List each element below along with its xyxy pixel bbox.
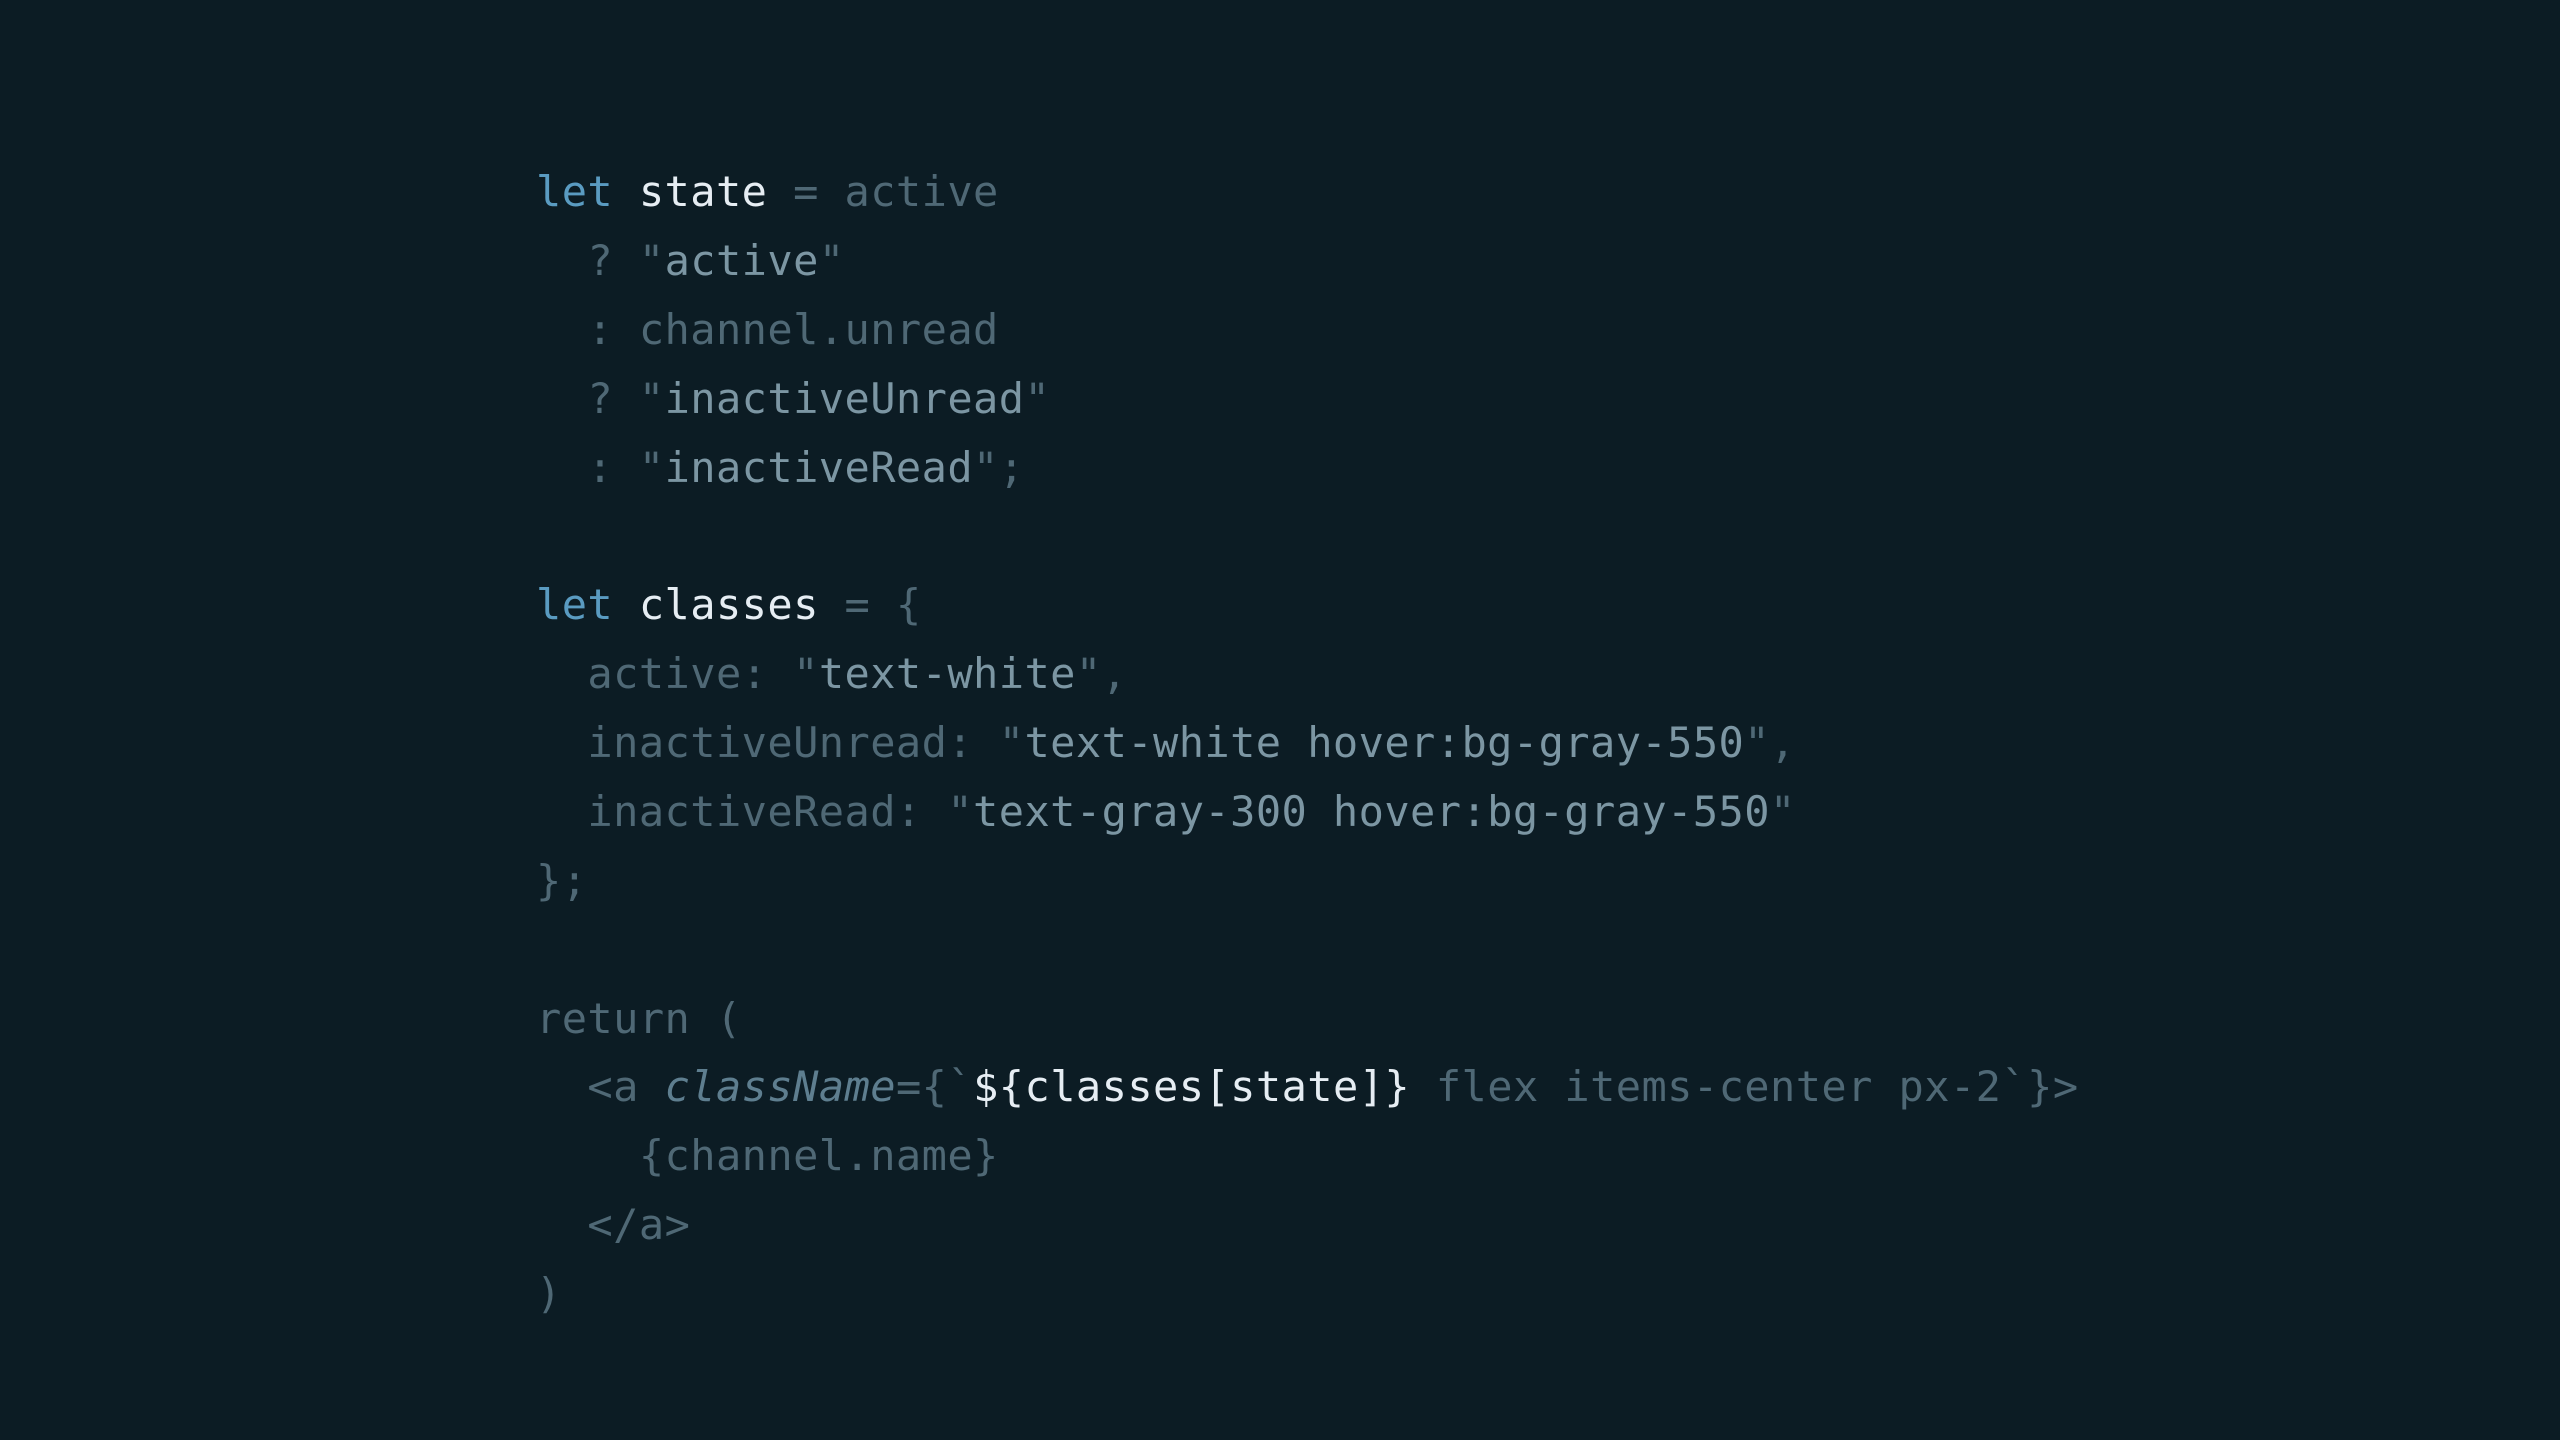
code-line: }; bbox=[536, 856, 587, 905]
object-key: inactiveUnread bbox=[587, 718, 947, 767]
code-line: : "inactiveRead"; bbox=[536, 443, 1024, 492]
expr-classes-state: classes[state] bbox=[1025, 1062, 1385, 1111]
code-line: : channel.unread bbox=[536, 305, 999, 354]
string-literal: text-white hover:bg-gray-550 bbox=[1024, 718, 1744, 767]
object-key: inactiveRead bbox=[587, 787, 895, 836]
ternary-colon: : bbox=[587, 305, 638, 354]
string-literal: inactiveUnread bbox=[665, 374, 1025, 423]
ternary-q: ? bbox=[587, 374, 638, 423]
string-literal: inactiveRead bbox=[665, 443, 973, 492]
jsx-tag-a: a bbox=[639, 1200, 665, 1249]
code-line: <a className={`${classes[state]} flex it… bbox=[536, 1062, 2079, 1111]
code-line: active: "text-white", bbox=[536, 649, 1127, 698]
keyword-let: let bbox=[536, 167, 613, 216]
expr-channel-name: channel.name bbox=[665, 1131, 973, 1180]
string-literal: active bbox=[665, 236, 819, 285]
code-editor: let state = active ? "active" : channel.… bbox=[536, 158, 2079, 1329]
code-line: let classes = { bbox=[536, 580, 922, 629]
code-line: return ( bbox=[536, 994, 742, 1043]
code-line: inactiveUnread: "text-white hover:bg-gra… bbox=[536, 718, 1796, 767]
code-line: ) bbox=[536, 1269, 562, 1318]
keyword-return: return bbox=[536, 994, 690, 1043]
keyword-let: let bbox=[536, 580, 613, 629]
identifier-active: active bbox=[845, 167, 999, 216]
code-line: inactiveRead: "text-gray-300 hover:bg-gr… bbox=[536, 787, 1796, 836]
template-string-rest: flex items-center px-2 bbox=[1410, 1062, 2001, 1111]
jsx-attr-classname: className bbox=[665, 1062, 896, 1111]
ternary-q: ? bbox=[587, 236, 638, 285]
string-literal: text-gray-300 hover:bg-gray-550 bbox=[973, 787, 1770, 836]
expr: channel.unread bbox=[639, 305, 999, 354]
string-literal: text-white bbox=[819, 649, 1076, 698]
code-line: let state = active bbox=[536, 167, 999, 216]
code-line: </a> bbox=[536, 1200, 690, 1249]
code-line: ? "active" bbox=[536, 236, 845, 285]
code-line: ? "inactiveUnread" bbox=[536, 374, 1050, 423]
identifier-classes: classes bbox=[639, 580, 819, 629]
identifier-state: state bbox=[639, 167, 768, 216]
jsx-tag-a: a bbox=[613, 1062, 639, 1111]
code-line: {channel.name} bbox=[536, 1131, 999, 1180]
ternary-colon: : bbox=[587, 443, 638, 492]
object-key: active bbox=[587, 649, 741, 698]
